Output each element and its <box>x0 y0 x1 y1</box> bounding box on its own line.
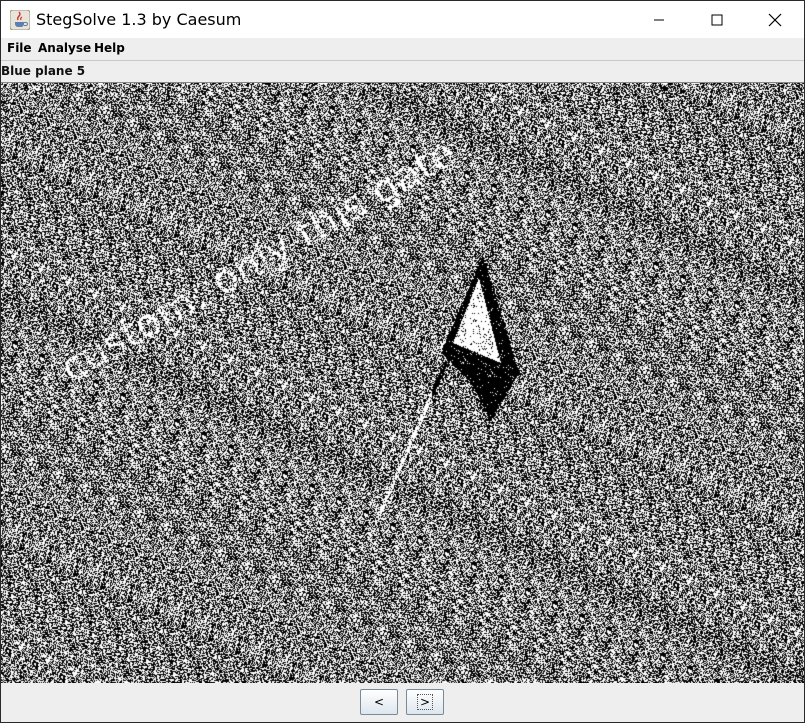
plane-status-bar: Blue plane 5 <box>1 60 804 83</box>
navigation-bar: < > <box>1 683 804 722</box>
maximize-icon <box>711 14 723 25</box>
previous-label: < <box>373 695 385 709</box>
window-title: StegSolve 1.3 by Caesum <box>36 10 242 29</box>
close-icon <box>768 13 782 26</box>
menu-help[interactable]: Help <box>94 41 125 55</box>
minimize-icon <box>654 19 664 20</box>
java-coffee-icon <box>9 9 31 31</box>
previous-plane-button[interactable]: < <box>360 689 398 715</box>
menu-bar: File Analyse Help <box>1 38 804 60</box>
menu-file[interactable]: File <box>7 41 32 55</box>
image-viewer <box>1 82 804 684</box>
next-label: > <box>416 694 434 710</box>
maximize-button[interactable] <box>688 1 746 38</box>
bit-plane-image <box>1 83 804 683</box>
plane-label: Blue plane 5 <box>1 64 86 78</box>
title-bar: StegSolve 1.3 by Caesum <box>0 0 805 38</box>
close-button[interactable] <box>746 1 804 38</box>
next-plane-button[interactable]: > <box>406 689 444 715</box>
menu-analyse[interactable]: Analyse <box>38 41 91 55</box>
minimize-button[interactable] <box>630 1 688 38</box>
